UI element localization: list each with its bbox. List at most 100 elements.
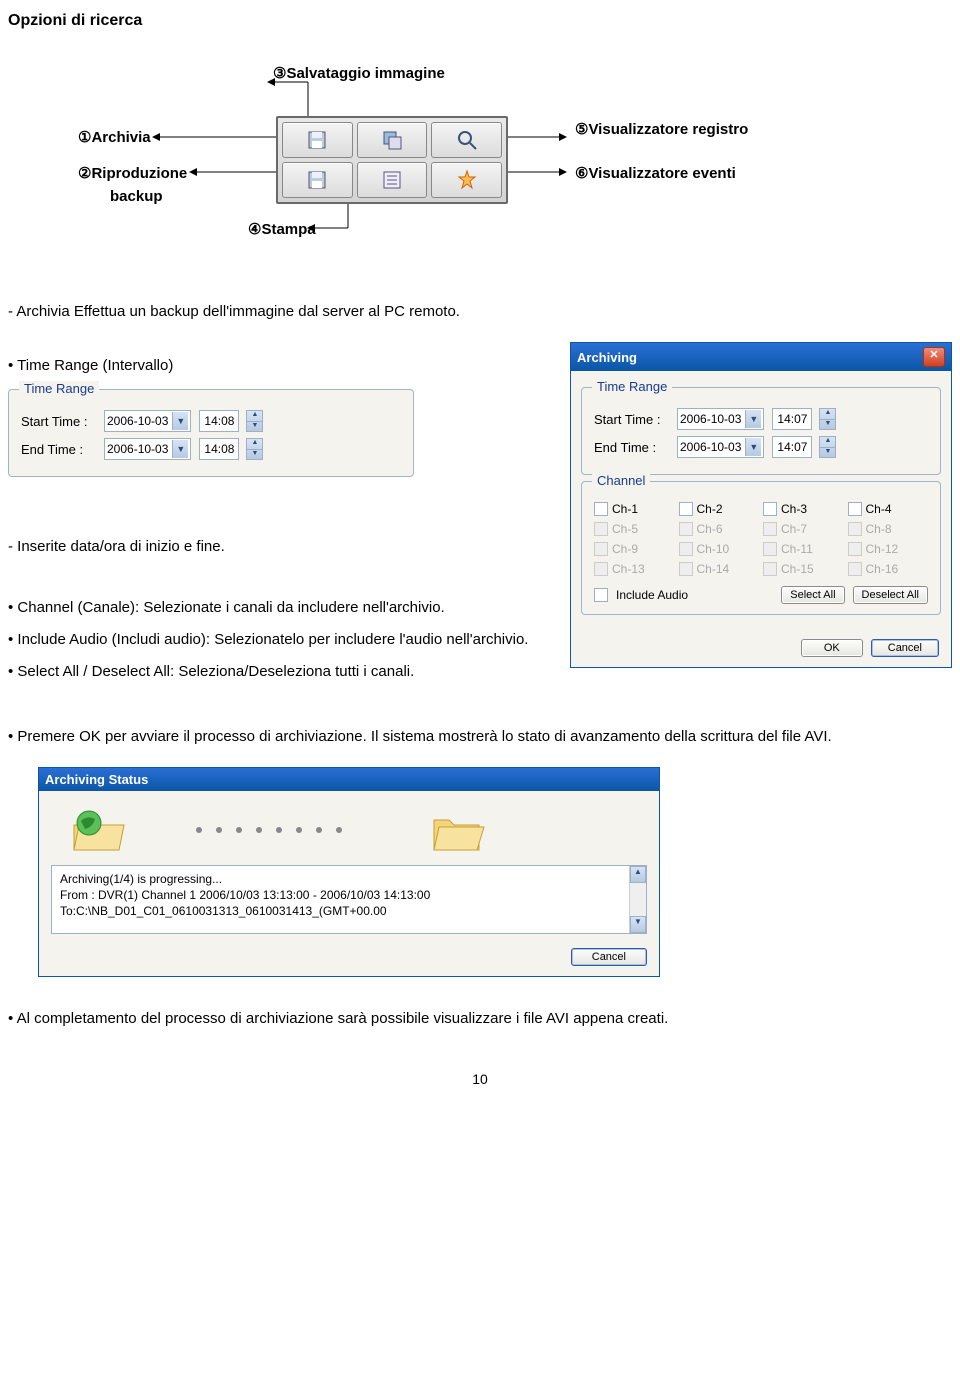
checkbox-icon <box>848 502 862 516</box>
channel-checkbox: Ch-11 <box>763 542 844 556</box>
toolbar-log-viewer-button[interactable] <box>357 162 428 198</box>
channel-label: Ch-4 <box>866 502 892 516</box>
cancel-button[interactable]: Cancel <box>871 639 939 657</box>
end-time-input[interactable]: 14:08 <box>199 438 239 460</box>
checkbox-icon <box>679 542 693 556</box>
select-all-button[interactable]: Select All <box>781 586 844 604</box>
time-spinner[interactable]: ▲▼ <box>246 410 263 432</box>
arch-end-label: End Time : <box>594 440 669 455</box>
channel-label: Ch-6 <box>697 522 723 536</box>
toolbar-event-viewer-button[interactable] <box>431 162 502 198</box>
start-date-select[interactable]: 2006-10-03▼ <box>104 410 191 432</box>
toolbar-diagram: ③Salvataggio immagine ①Archivia ②Riprodu… <box>8 60 952 290</box>
scrollbar[interactable]: ▲ ▼ <box>629 866 646 933</box>
status-line3: To:C:\NB_D01_C01_0610031313_0610031413_(… <box>60 903 640 919</box>
checkbox-icon <box>594 502 608 516</box>
channel-label: Ch-16 <box>866 562 899 576</box>
folder-icon <box>429 805 489 855</box>
channel-checkbox: Ch-13 <box>594 562 675 576</box>
lbl-archivia: ①Archivia <box>78 128 151 146</box>
toolbar-panel <box>276 116 508 204</box>
deselect-all-button[interactable]: Deselect All <box>853 586 928 604</box>
arch-start-label: Start Time : <box>594 412 669 427</box>
channel-checkbox[interactable]: Ch-2 <box>679 502 760 516</box>
channel-checkbox: Ch-10 <box>679 542 760 556</box>
page-title: Opzioni di ricerca <box>8 12 952 30</box>
ok-button[interactable]: OK <box>801 639 863 657</box>
chevron-down-icon: ▼ <box>745 438 761 456</box>
channel-label: Ch-14 <box>697 562 730 576</box>
checkbox-icon <box>763 562 777 576</box>
burst-icon <box>456 169 478 191</box>
close-button[interactable]: ✕ <box>923 347 945 367</box>
end-date-select[interactable]: 2006-10-03▼ <box>104 438 191 460</box>
time-spinner[interactable]: ▲▼ <box>819 408 836 430</box>
arch-start-time[interactable]: 14:07 <box>772 408 812 430</box>
status-line2: From : DVR(1) Channel 1 2006/10/03 13:13… <box>60 887 640 903</box>
time-spinner[interactable]: ▲▼ <box>819 436 836 458</box>
p-completion: • Al completamento del processo di archi… <box>8 1007 952 1031</box>
chevron-down-icon: ▼ <box>745 410 761 428</box>
channel-label: Ch-2 <box>697 502 723 516</box>
arch-end-date[interactable]: 2006-10-03▼ <box>677 436 764 458</box>
channel-checkbox[interactable]: Ch-4 <box>848 502 929 516</box>
p-includeaudio: • Include Audio (Includi audio): Selezio… <box>8 631 530 648</box>
include-audio-checkbox[interactable] <box>594 588 608 602</box>
channel-checkbox: Ch-8 <box>848 522 929 536</box>
lbl-stampa: ④Stampa <box>248 220 316 238</box>
checkbox-icon <box>594 522 608 536</box>
channel-label: Ch-1 <box>612 502 638 516</box>
channel-checkbox: Ch-7 <box>763 522 844 536</box>
p-archivia: - Archivia Effettua un backup dell'immag… <box>8 300 952 324</box>
toolbar-archive-button[interactable] <box>282 122 353 158</box>
channel-checkbox: Ch-9 <box>594 542 675 556</box>
p-timerange-heading: • Time Range (Intervallo) <box>8 357 530 374</box>
channel-label: Ch-7 <box>781 522 807 536</box>
toolbar-print-button[interactable] <box>282 162 353 198</box>
toolbar-save-image-button[interactable] <box>431 122 502 158</box>
p-ok: • Premere OK per avviare il processo di … <box>8 725 952 749</box>
checkbox-icon <box>848 542 862 556</box>
channel-checkbox: Ch-12 <box>848 542 929 556</box>
lbl-vis-eventi: ⑥Visualizzatore eventi <box>575 164 736 182</box>
start-time-input[interactable]: 14:08 <box>199 410 239 432</box>
start-time-label: Start Time : <box>21 414 96 429</box>
checkbox-icon <box>763 502 777 516</box>
p-selectall: • Select All / Deselect All: Seleziona/D… <box>8 663 530 680</box>
channel-checkbox[interactable]: Ch-3 <box>763 502 844 516</box>
channel-checkbox: Ch-16 <box>848 562 929 576</box>
channel-label: Ch-11 <box>781 542 813 556</box>
chevron-down-icon: ▼ <box>172 440 188 458</box>
time-range-group: Time Range Start Time : 2006-10-03▼ 14:0… <box>8 389 414 477</box>
arch-timerange-legend: Time Range <box>592 379 672 394</box>
channel-label: Ch-15 <box>781 562 814 576</box>
status-titlebar: Archiving Status <box>39 768 659 791</box>
checkbox-icon <box>594 542 608 556</box>
channel-label: Ch-13 <box>612 562 645 576</box>
channel-group: Channel Ch-1Ch-2Ch-3Ch-4Ch-5Ch-6Ch-7Ch-8… <box>581 481 941 615</box>
time-spinner[interactable]: ▲▼ <box>246 438 263 460</box>
disk-icon <box>306 129 328 151</box>
checkbox-icon <box>848 522 862 536</box>
lbl-backup: backup <box>110 188 163 205</box>
toolbar-playback-button[interactable] <box>357 122 428 158</box>
channel-label: Ch-8 <box>866 522 892 536</box>
arch-start-date[interactable]: 2006-10-03▼ <box>677 408 764 430</box>
lbl-vis-registro: ⑤Visualizzatore registro <box>575 120 748 138</box>
arch-end-time[interactable]: 14:07 <box>772 436 812 458</box>
overlap-icon <box>381 129 403 151</box>
checkbox-icon <box>679 502 693 516</box>
p-inserite: - Inserite data/ora di inizio e fine. <box>8 538 530 555</box>
channel-checkbox: Ch-15 <box>763 562 844 576</box>
scroll-down-icon[interactable]: ▼ <box>630 916 646 933</box>
arch-timerange-group: Time Range Start Time : 2006-10-03▼ 14:0… <box>581 387 941 475</box>
scroll-up-icon[interactable]: ▲ <box>630 866 646 883</box>
status-cancel-button[interactable]: Cancel <box>571 948 647 966</box>
dots-icon <box>189 820 369 840</box>
checkbox-icon <box>763 542 777 556</box>
chevron-down-icon: ▼ <box>172 412 188 430</box>
channel-label: Ch-3 <box>781 502 807 516</box>
channel-label: Ch-10 <box>697 542 730 556</box>
channel-checkbox[interactable]: Ch-1 <box>594 502 675 516</box>
checkbox-icon <box>679 562 693 576</box>
